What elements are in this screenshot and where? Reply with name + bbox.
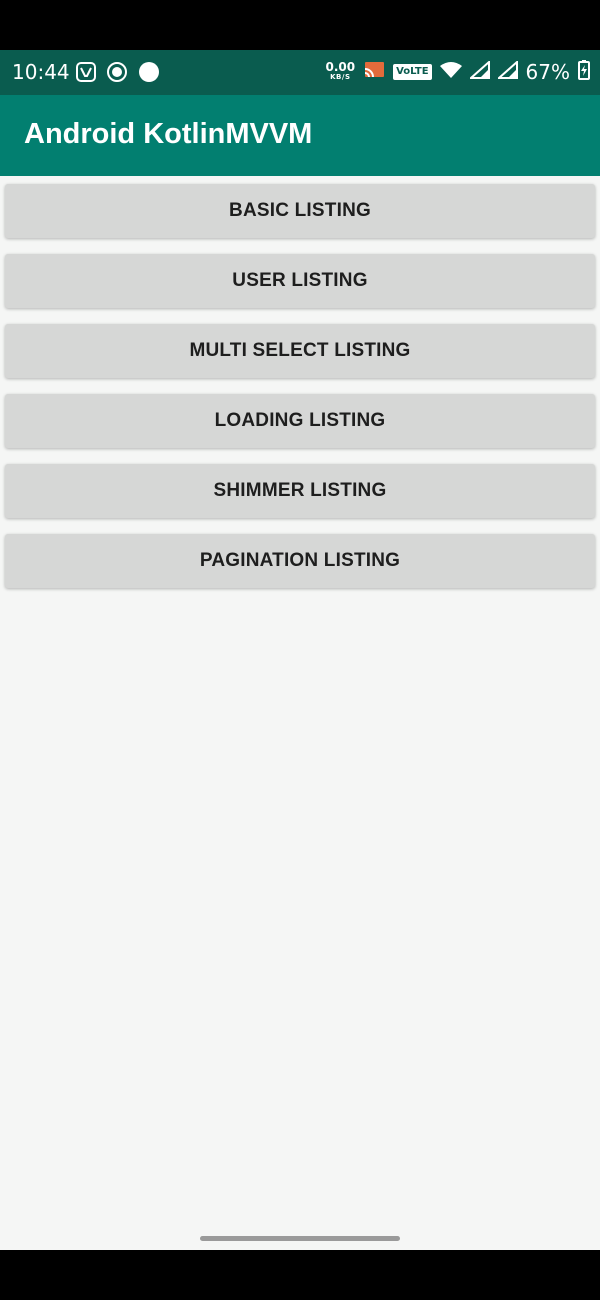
bottom-bezel [0,1250,600,1300]
saavn-icon [76,62,96,86]
main-content: BASIC LISTING USER LISTING MULTI SELECT … [0,176,600,1250]
user-listing-button[interactable]: USER LISTING [5,254,595,308]
record-icon [106,61,128,87]
loading-listing-label: LOADING LISTING [214,410,386,431]
dot-icon [138,61,160,87]
wifi-icon [439,61,462,83]
signal-icon-1 [467,59,490,83]
cast-icon [363,61,385,83]
volte-badge: VoLTE [393,64,432,80]
shimmer-listing-label: SHIMMER LISTING [213,480,387,501]
multi-select-listing-button[interactable]: MULTI SELECT LISTING [5,324,595,378]
battery-charging-icon [578,60,590,84]
signal-icon-2 [495,59,518,83]
basic-listing-label: BASIC LISTING [229,200,371,221]
multi-select-listing-label: MULTI SELECT LISTING [189,340,411,361]
pagination-listing-button[interactable]: PAGINATION LISTING [5,534,595,588]
loading-listing-button[interactable]: LOADING LISTING [5,394,595,448]
pagination-listing-label: PAGINATION LISTING [199,550,401,571]
network-speed-unit: KB/S [330,73,351,81]
basic-listing-button[interactable]: BASIC LISTING [5,184,595,238]
app-bar: Android KotlinMVVM [0,95,600,176]
battery-percent: 67% [525,60,570,84]
home-indicator[interactable] [200,1236,400,1241]
status-notification-icons [76,61,160,87]
status-time: 10:44 [12,60,70,84]
user-listing-label: USER LISTING [232,270,368,291]
network-speed: 0.00 KB/S [325,60,356,82]
status-right-icons: 0.00 KB/S VoLTE 67% [325,58,590,86]
status-bar: 10:44 0.00 KB/S VoLTE 67% [0,50,600,95]
app-title: Android KotlinMVVM [24,118,313,150]
network-speed-value: 0.00 [325,60,356,74]
shimmer-listing-button[interactable]: SHIMMER LISTING [5,464,595,518]
top-bezel [0,0,600,50]
